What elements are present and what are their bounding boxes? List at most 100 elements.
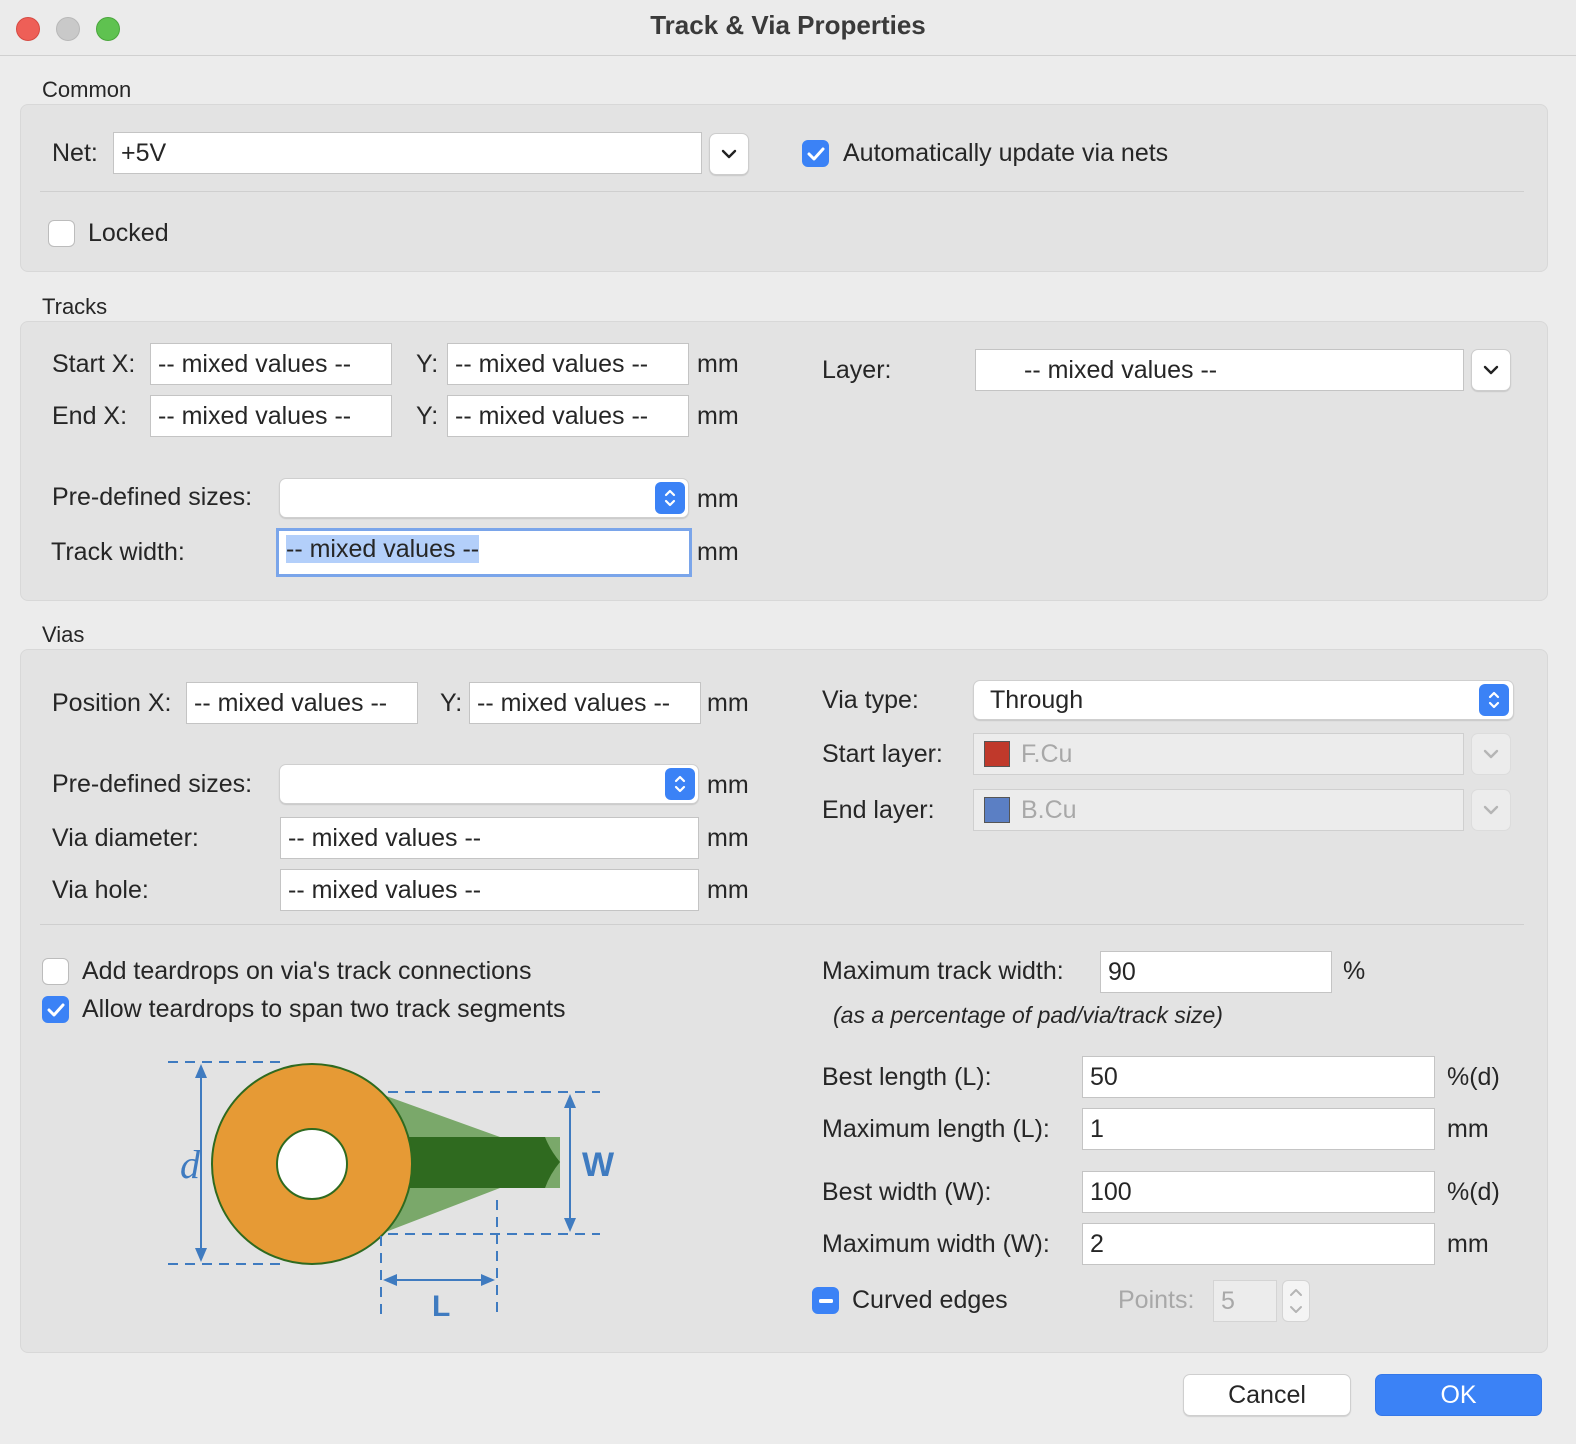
- best-length-input[interactable]: 50: [1082, 1056, 1435, 1098]
- points-label: Points:: [1118, 1286, 1195, 1314]
- max-width-input[interactable]: 2: [1082, 1223, 1435, 1265]
- vias-separator: [40, 924, 1524, 925]
- max-track-width-note: (as a percentage of pad/via/track size): [833, 1002, 1223, 1028]
- net-input[interactable]: +5V: [113, 132, 702, 174]
- diagram-l-label: L: [432, 1290, 450, 1323]
- via-hole-input[interactable]: -- mixed values --: [280, 869, 699, 911]
- max-length-unit: mm: [1447, 1115, 1489, 1143]
- track-width-selected-text: -- mixed values --: [286, 535, 480, 563]
- start-layer-dropdown-button[interactable]: [1471, 733, 1511, 775]
- via-diameter-input[interactable]: -- mixed values --: [280, 817, 699, 859]
- add-teardrops-label: Add teardrops on via's track connections: [82, 957, 532, 985]
- allow-span-two-segments-label: Allow teardrops to span two track segmen…: [82, 995, 566, 1023]
- via-hole: [276, 1128, 348, 1200]
- common-group: [20, 104, 1548, 272]
- layer-label: Layer:: [822, 356, 892, 384]
- best-width-unit: %(d): [1447, 1178, 1500, 1206]
- start-layer-label: Start layer:: [822, 740, 943, 768]
- track-predefined-sizes-label: Pre-defined sizes:: [52, 483, 253, 511]
- points-input[interactable]: 5: [1213, 1280, 1277, 1322]
- via-predefined-sizes-label: Pre-defined sizes:: [52, 770, 253, 798]
- start-unit-label: mm: [697, 350, 739, 378]
- end-layer-dropdown-button[interactable]: [1471, 789, 1511, 831]
- max-width-unit: mm: [1447, 1230, 1489, 1258]
- tracks-section-label: Tracks: [42, 294, 108, 319]
- start-layer-color-swatch: [984, 741, 1010, 767]
- track-width-unit-label: mm: [697, 538, 739, 566]
- end-layer-label: End layer:: [822, 796, 935, 824]
- via-position-y-input[interactable]: -- mixed values --: [469, 682, 701, 724]
- end-y-label: Y:: [416, 402, 439, 430]
- max-track-width-label: Maximum track width:: [822, 957, 1064, 985]
- end-layer-value: B.Cu: [1021, 796, 1077, 824]
- ok-button[interactable]: OK: [1375, 1374, 1542, 1416]
- track-predefined-unit-label: mm: [697, 485, 739, 513]
- end-y-input[interactable]: -- mixed values --: [447, 395, 689, 437]
- mixed-state-dash-icon: [818, 1298, 833, 1303]
- net-label: Net:: [52, 139, 98, 167]
- track-segment: [390, 1137, 560, 1188]
- via-position-x-input[interactable]: -- mixed values --: [186, 682, 418, 724]
- via-position-x-label: Position X:: [52, 689, 172, 717]
- common-section-label: Common: [42, 77, 132, 102]
- checkmark-icon: [47, 1003, 64, 1016]
- locked-label: Locked: [88, 219, 169, 247]
- start-y-input[interactable]: -- mixed values --: [447, 343, 689, 385]
- via-diameter-unit-label: mm: [707, 824, 749, 852]
- end-unit-label: mm: [697, 402, 739, 430]
- via-predefined-unit-label: mm: [707, 771, 749, 799]
- end-x-label: End X:: [52, 402, 128, 430]
- end-x-input[interactable]: -- mixed values --: [150, 395, 392, 437]
- cancel-button[interactable]: Cancel: [1183, 1374, 1351, 1416]
- stepper-arrows-icon: [1290, 1289, 1302, 1313]
- locked-checkbox[interactable]: [48, 220, 75, 247]
- end-layer-color-swatch: [984, 797, 1010, 823]
- allow-span-two-segments-checkbox[interactable]: [42, 996, 69, 1023]
- curved-edges-checkbox[interactable]: [812, 1287, 839, 1314]
- updown-chevron-icon: [665, 768, 695, 800]
- best-length-label: Best length (L):: [822, 1063, 992, 1091]
- max-track-width-unit: %: [1343, 957, 1366, 985]
- max-width-label: Maximum width (W):: [822, 1230, 1050, 1258]
- track-width-input[interactable]: -- mixed values --: [276, 528, 692, 577]
- auto-update-via-nets-label: Automatically update via nets: [843, 139, 1169, 167]
- layer-select[interactable]: -- mixed values --: [975, 349, 1464, 391]
- via-position-unit-label: mm: [707, 689, 749, 717]
- updown-chevron-icon: [655, 482, 685, 514]
- start-y-label: Y:: [416, 350, 439, 378]
- track-predefined-sizes-select[interactable]: [279, 478, 689, 518]
- best-length-unit: %(d): [1447, 1063, 1500, 1091]
- vias-section-label: Vias: [42, 622, 85, 647]
- window-title: Track & Via Properties: [650, 10, 926, 40]
- via-type-select[interactable]: Through: [973, 680, 1514, 720]
- common-separator: [40, 191, 1524, 192]
- updown-chevron-icon: [1479, 684, 1509, 716]
- curved-edges-label: Curved edges: [852, 1286, 1008, 1314]
- via-predefined-sizes-select[interactable]: [279, 764, 699, 804]
- start-x-label: Start X:: [52, 350, 136, 378]
- add-teardrops-checkbox[interactable]: [42, 958, 69, 985]
- max-track-width-input[interactable]: 90: [1100, 951, 1332, 993]
- net-dropdown-button[interactable]: [709, 133, 749, 175]
- start-x-input[interactable]: -- mixed values --: [150, 343, 392, 385]
- best-width-input[interactable]: 100: [1082, 1171, 1435, 1213]
- via-hole-unit-label: mm: [707, 876, 749, 904]
- via-hole-label: Via hole:: [52, 876, 149, 904]
- points-stepper[interactable]: [1282, 1280, 1310, 1322]
- via-position-y-label: Y:: [440, 689, 463, 717]
- diagram-w-label: W: [582, 1146, 615, 1184]
- chevron-down-icon: [721, 149, 737, 159]
- max-length-label: Maximum length (L):: [822, 1115, 1050, 1143]
- checkmark-icon: [807, 147, 824, 160]
- max-length-input[interactable]: 1: [1082, 1108, 1435, 1150]
- chevron-down-icon: [1483, 805, 1499, 815]
- auto-update-via-nets-checkbox[interactable]: [802, 140, 829, 167]
- start-layer-value: F.Cu: [1021, 740, 1073, 768]
- track-width-label: Track width:: [51, 538, 185, 566]
- diagram-d-label: d: [180, 1142, 201, 1187]
- chevron-down-icon: [1483, 365, 1499, 375]
- chevron-down-icon: [1483, 749, 1499, 759]
- via-diameter-label: Via diameter:: [52, 824, 199, 852]
- layer-dropdown-button[interactable]: [1471, 349, 1511, 391]
- via-type-label: Via type:: [822, 686, 919, 714]
